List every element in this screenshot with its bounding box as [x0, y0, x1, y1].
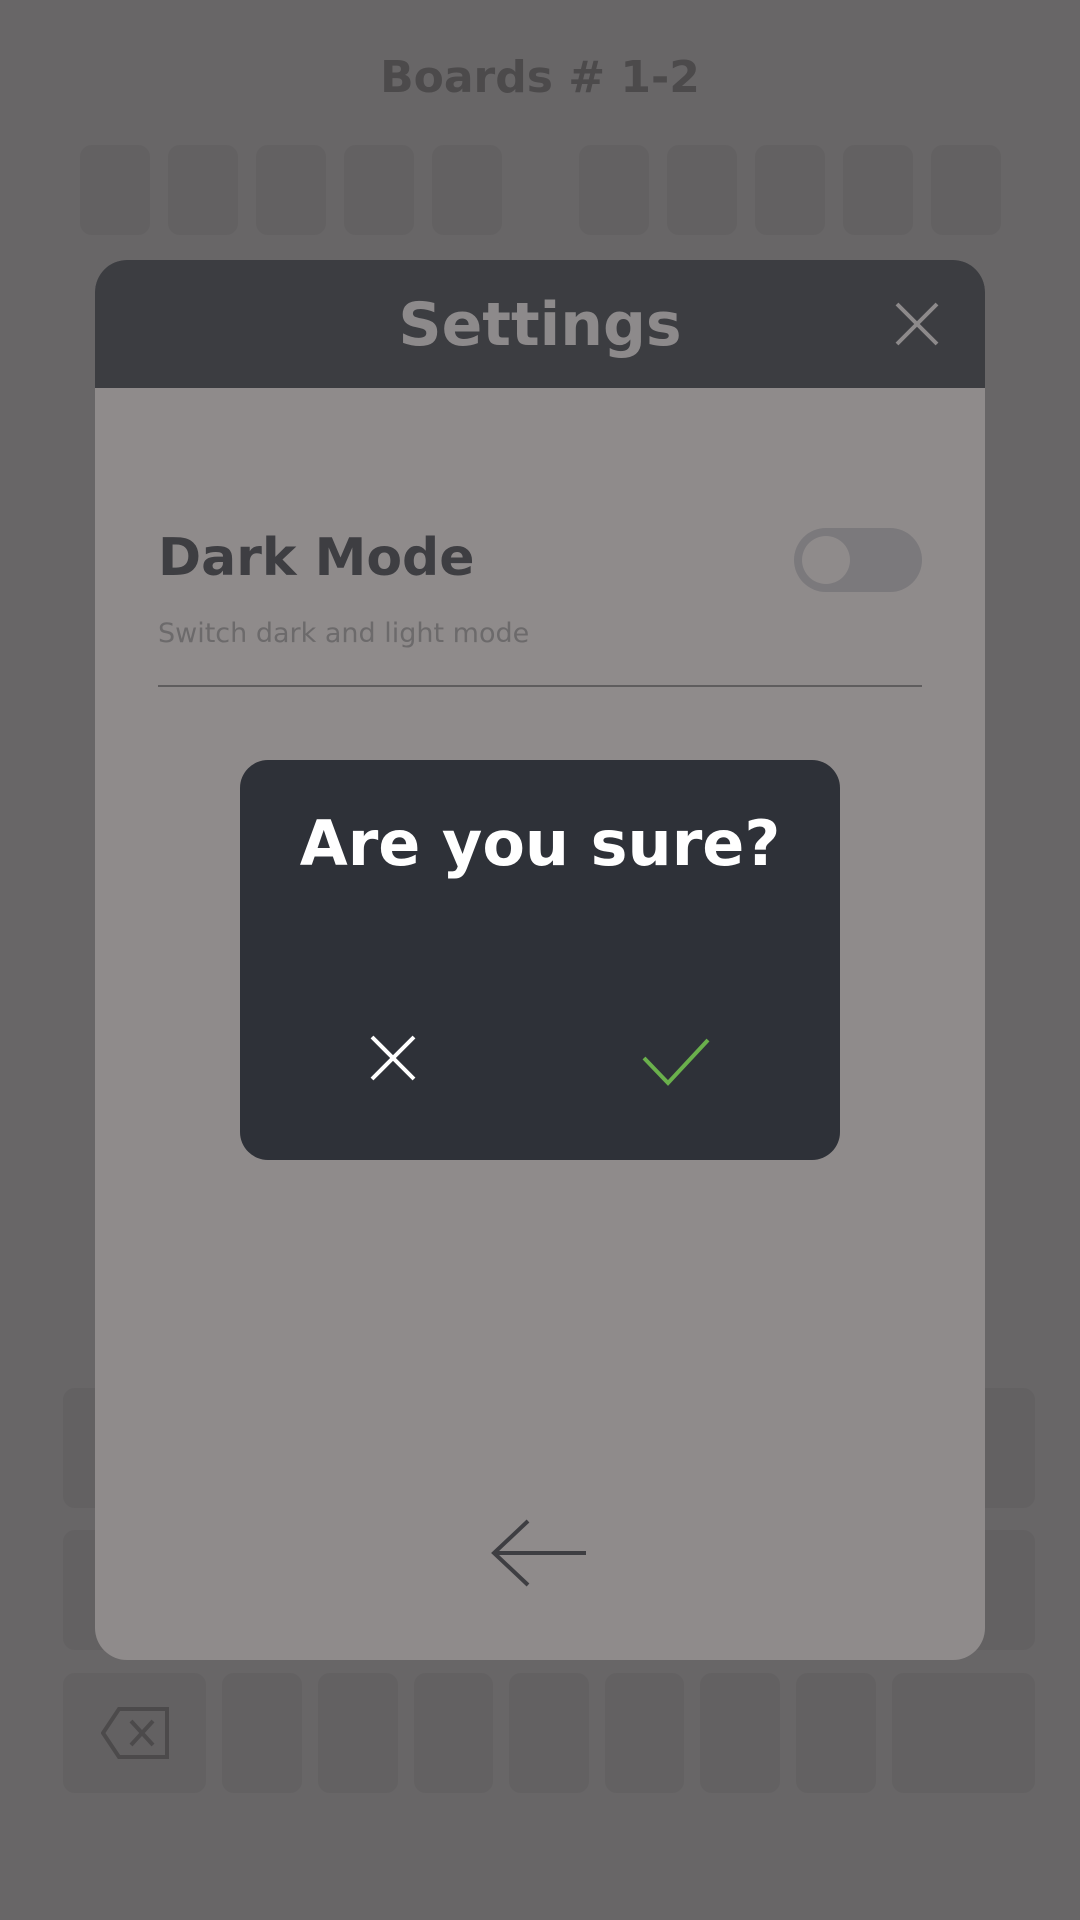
board-tile	[256, 145, 326, 235]
game-screen: Boards # 1-2 Settings Dark Mode Switch d…	[0, 0, 1080, 1920]
backspace-key[interactable]	[63, 1673, 207, 1793]
check-icon	[642, 1038, 710, 1090]
keyboard-key[interactable]	[796, 1673, 876, 1793]
board-tile	[168, 145, 238, 235]
game-title: Boards # 1-2	[380, 52, 700, 103]
enter-key[interactable]	[891, 1673, 1036, 1793]
back-button[interactable]	[490, 1518, 590, 1588]
close-button[interactable]	[895, 302, 939, 346]
arrow-left-icon	[490, 1519, 590, 1592]
backspace-icon	[100, 1707, 169, 1759]
keyboard-key[interactable]	[509, 1673, 589, 1793]
confirm-question: Are you sure?	[299, 807, 781, 880]
dark-mode-description: Switch dark and light mode	[158, 618, 530, 649]
board-tile	[843, 145, 913, 235]
settings-title: Settings	[398, 290, 682, 360]
board-tile	[344, 145, 414, 235]
board-tile	[432, 145, 502, 235]
board-tile	[755, 145, 825, 235]
cancel-button[interactable]	[370, 1035, 416, 1081]
keyboard-key[interactable]	[413, 1673, 494, 1793]
board-tile	[667, 145, 737, 235]
confirm-dialog: Are you sure?	[240, 760, 840, 1160]
confirm-button[interactable]	[642, 1038, 710, 1086]
dark-mode-label: Dark Mode	[158, 528, 475, 588]
board-tile	[931, 145, 1001, 235]
board-tile	[579, 145, 649, 235]
settings-header: Settings	[95, 260, 985, 388]
keyboard-key[interactable]	[222, 1673, 302, 1793]
board-2-row	[579, 145, 1001, 235]
keyboard-key[interactable]	[700, 1673, 781, 1793]
keyboard-key[interactable]	[604, 1673, 685, 1793]
toggle-knob	[802, 536, 850, 584]
dark-mode-toggle[interactable]	[794, 528, 922, 592]
divider	[158, 685, 922, 687]
keyboard-key[interactable]	[317, 1673, 398, 1793]
x-icon	[370, 1035, 416, 1085]
keyboard-row-3	[63, 1673, 1036, 1793]
board-1-row	[80, 145, 502, 235]
board-tile	[80, 145, 150, 235]
close-icon	[895, 302, 939, 350]
